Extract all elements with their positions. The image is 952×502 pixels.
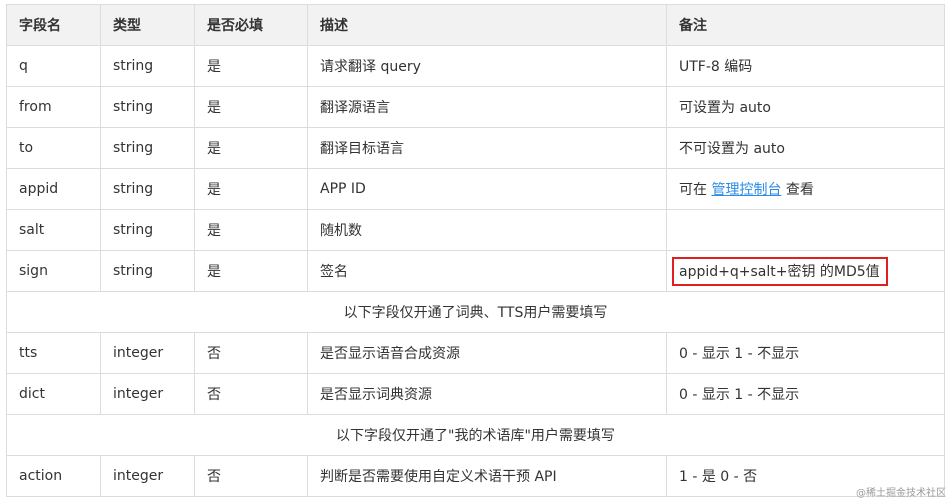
table-row: appid string 是 APP ID 可在 管理控制台 查看 bbox=[6, 168, 945, 210]
cell-type: string bbox=[100, 86, 195, 128]
table-row: sign string 是 签名 appid+q+salt+密钥 的MD5值 bbox=[6, 250, 945, 292]
section-note-dict-tts: 以下字段仅开通了词典、TTS用户需要填写 bbox=[6, 291, 945, 333]
table-row: from string 是 翻译源语言 可设置为 auto bbox=[6, 86, 945, 128]
console-link[interactable]: 管理控制台 bbox=[711, 182, 781, 198]
section-row: 以下字段仅开通了"我的术语库"用户需要填写 bbox=[6, 414, 945, 456]
section-note-glossary: 以下字段仅开通了"我的术语库"用户需要填写 bbox=[6, 414, 945, 456]
cell-type: integer bbox=[100, 455, 195, 497]
cell-field: sign bbox=[6, 250, 101, 292]
cell-required: 否 bbox=[194, 373, 308, 415]
note-suffix: 查看 bbox=[785, 182, 814, 198]
cell-description: APP ID bbox=[307, 168, 667, 210]
highlighted-sign-note: appid+q+salt+密钥 的MD5值 bbox=[672, 256, 888, 286]
cell-description: 翻译源语言 bbox=[307, 86, 667, 128]
cell-type: string bbox=[100, 168, 195, 210]
header-description: 描述 bbox=[307, 4, 667, 46]
cell-required: 是 bbox=[194, 127, 308, 169]
cell-description: 随机数 bbox=[307, 209, 667, 251]
cell-type: string bbox=[100, 45, 195, 87]
cell-required: 是 bbox=[194, 86, 308, 128]
cell-description: 判断是否需要使用自定义术语干预 API bbox=[307, 455, 667, 497]
cell-note: 0 - 显示 1 - 不显示 bbox=[666, 332, 945, 374]
table-row: q string 是 请求翻译 query UTF-8 编码 bbox=[6, 45, 945, 87]
header-note: 备注 bbox=[666, 4, 945, 46]
table-row: dict integer 否 是否显示词典资源 0 - 显示 1 - 不显示 bbox=[6, 373, 945, 415]
cell-field: dict bbox=[6, 373, 101, 415]
cell-field: q bbox=[6, 45, 101, 87]
cell-field: from bbox=[6, 86, 101, 128]
cell-field: appid bbox=[6, 168, 101, 210]
cell-field: salt bbox=[6, 209, 101, 251]
cell-description: 是否显示词典资源 bbox=[307, 373, 667, 415]
cell-note: appid+q+salt+密钥 的MD5值 bbox=[666, 250, 945, 292]
cell-note bbox=[666, 209, 945, 251]
table-row: salt string 是 随机数 bbox=[6, 209, 945, 251]
cell-note: 可设置为 auto bbox=[666, 86, 945, 128]
table-header-row: 字段名 类型 是否必填 描述 备注 bbox=[6, 4, 945, 46]
note-prefix: 可在 bbox=[679, 182, 707, 198]
cell-required: 是 bbox=[194, 168, 308, 210]
header-field-name: 字段名 bbox=[6, 4, 101, 46]
cell-type: string bbox=[100, 209, 195, 251]
cell-required: 是 bbox=[194, 209, 308, 251]
cell-type: string bbox=[100, 127, 195, 169]
cell-type: integer bbox=[100, 332, 195, 374]
cell-type: string bbox=[100, 250, 195, 292]
cell-description: 请求翻译 query bbox=[307, 45, 667, 87]
cell-description: 翻译目标语言 bbox=[307, 127, 667, 169]
cell-note: UTF-8 编码 bbox=[666, 45, 945, 87]
cell-required: 是 bbox=[194, 45, 308, 87]
cell-type: integer bbox=[100, 373, 195, 415]
header-type: 类型 bbox=[100, 4, 195, 46]
header-required: 是否必填 bbox=[194, 4, 308, 46]
table-row: action integer 否 判断是否需要使用自定义术语干预 API 1 -… bbox=[6, 455, 945, 497]
api-params-table: 字段名 类型 是否必填 描述 备注 q string 是 请求翻译 query … bbox=[6, 4, 945, 497]
watermark: @稀土掘金技术社区 bbox=[856, 488, 946, 499]
cell-note: 不可设置为 auto bbox=[666, 127, 945, 169]
cell-field: tts bbox=[6, 332, 101, 374]
table-row: tts integer 否 是否显示语音合成资源 0 - 显示 1 - 不显示 bbox=[6, 332, 945, 374]
cell-required: 否 bbox=[194, 455, 308, 497]
cell-note: 0 - 显示 1 - 不显示 bbox=[666, 373, 945, 415]
section-row: 以下字段仅开通了词典、TTS用户需要填写 bbox=[6, 291, 945, 333]
cell-description: 签名 bbox=[307, 250, 667, 292]
table-row: to string 是 翻译目标语言 不可设置为 auto bbox=[6, 127, 945, 169]
cell-description: 是否显示语音合成资源 bbox=[307, 332, 667, 374]
cell-field: action bbox=[6, 455, 101, 497]
cell-required: 是 bbox=[194, 250, 308, 292]
cell-required: 否 bbox=[194, 332, 308, 374]
cell-note: 可在 管理控制台 查看 bbox=[666, 168, 945, 210]
cell-field: to bbox=[6, 127, 101, 169]
